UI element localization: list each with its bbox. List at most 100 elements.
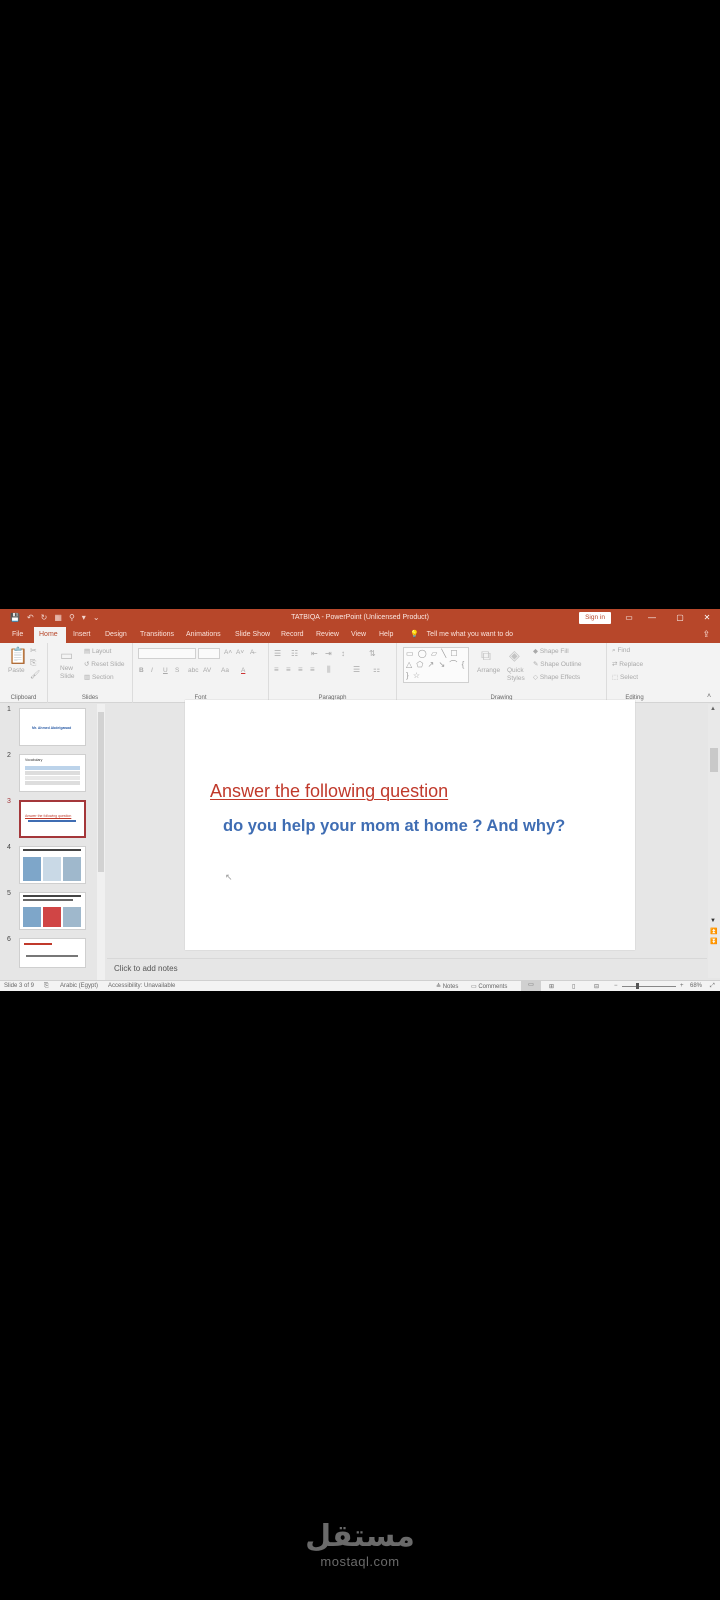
scroll-down-icon[interactable]: ▼ xyxy=(710,918,716,924)
change-case-button[interactable]: Aa xyxy=(221,667,229,674)
thumbnails-scrollbar[interactable] xyxy=(97,704,105,980)
notes-button[interactable]: ≜ Notes xyxy=(436,983,458,990)
tab-insert[interactable]: Insert xyxy=(68,627,96,643)
scroll-up-icon[interactable]: ▲ xyxy=(710,706,716,712)
numbering-icon[interactable]: ☷ xyxy=(291,649,298,658)
share-icon[interactable]: ⇪ xyxy=(702,629,710,640)
bullets-icon[interactable]: ☰ xyxy=(274,649,281,658)
line-spacing-icon[interactable]: ↕ xyxy=(341,649,345,658)
next-slide-icon[interactable]: ⏬ xyxy=(710,938,717,945)
thumbnails-scroll-thumb[interactable] xyxy=(98,712,104,872)
align-center-icon[interactable]: ≡ xyxy=(286,665,291,674)
find-button[interactable]: ⌕ Find xyxy=(612,647,630,655)
reset-slide-button[interactable]: ↺ Reset Slide xyxy=(84,660,125,668)
italic-button[interactable]: I xyxy=(151,667,153,674)
spellcheck-icon[interactable]: ⎘ xyxy=(44,983,49,990)
tab-animations[interactable]: Animations xyxy=(181,627,226,643)
previous-slide-icon[interactable]: ⏫ xyxy=(710,928,717,935)
increase-indent-icon[interactable]: ⇥ xyxy=(325,649,332,658)
format-painter-icon[interactable]: 🖌 xyxy=(30,670,40,679)
align-right-icon[interactable]: ≡ xyxy=(298,665,303,674)
tab-review[interactable]: Review xyxy=(311,627,344,643)
tell-me-search[interactable]: 💡 Tell me what you want to do xyxy=(410,627,513,643)
close-button[interactable]: ✕ xyxy=(700,612,714,624)
layout-button[interactable]: ▤ Layout xyxy=(84,647,111,655)
slide-thumbnail-1[interactable]: Mr. Ahmed Abdelgawad xyxy=(19,708,86,746)
shape-fill-button[interactable]: ◆ Shape Fill xyxy=(533,647,569,655)
font-size-dropdown[interactable] xyxy=(198,648,220,659)
shape-outline-button[interactable]: ✎ Shape Outline xyxy=(533,660,581,668)
accessibility-status[interactable]: Accessibility: Unavailable xyxy=(108,983,175,989)
justify-icon[interactable]: ≡ xyxy=(310,665,315,674)
underline-button[interactable]: U xyxy=(163,667,168,674)
slide-thumbnail-4[interactable] xyxy=(19,846,86,884)
quick-styles-button[interactable]: Quick Styles xyxy=(507,667,525,683)
align-left-icon[interactable]: ≡ xyxy=(274,665,279,674)
arrange-button[interactable]: Arrange xyxy=(477,667,500,674)
fit-to-window-icon[interactable]: ⤢ xyxy=(710,983,715,990)
quick-styles-icon[interactable]: ◈ xyxy=(509,647,520,664)
notes-pane[interactable]: Click to add notes xyxy=(107,958,707,978)
zoom-in-icon[interactable]: + xyxy=(680,983,684,989)
arrange-icon[interactable]: ⧉ xyxy=(481,647,491,664)
slide-canvas[interactable]: Answer the following question do you hel… xyxy=(185,700,635,950)
new-slide-button[interactable]: New Slide xyxy=(60,665,80,681)
tab-slide-show[interactable]: Slide Show xyxy=(230,627,275,643)
copy-icon[interactable]: ⎘ xyxy=(30,658,36,668)
ribbon-display-options-icon[interactable]: ▭ xyxy=(622,612,636,624)
slide-scrollbar[interactable]: ▲ ▼ ⏫ ⏬ xyxy=(708,704,720,978)
smartart-icon[interactable]: ⚏ xyxy=(373,665,380,674)
slide-heading[interactable]: Answer the following question xyxy=(210,781,448,802)
comments-button[interactable]: ▭ Comments xyxy=(471,983,507,990)
paste-icon[interactable]: 📋 xyxy=(8,646,28,666)
align-text-icon[interactable]: ☰ xyxy=(353,665,360,674)
tab-home[interactable]: Home xyxy=(34,627,66,643)
slide-question[interactable]: do you help your mom at home ? And why? xyxy=(223,817,565,836)
clear-formatting-button[interactable]: A̶ xyxy=(250,649,254,656)
paste-button[interactable]: Paste xyxy=(8,667,25,674)
new-slide-icon[interactable]: ▭ xyxy=(60,647,73,664)
shrink-font-button[interactable]: A˅ xyxy=(236,649,244,656)
slide-thumbnail-6[interactable] xyxy=(19,938,86,968)
select-button[interactable]: ⬚ Select xyxy=(612,673,638,681)
grow-font-button[interactable]: A˄ xyxy=(224,649,232,656)
tab-design[interactable]: Design xyxy=(100,627,132,643)
shapes-gallery[interactable]: ▭ ◯ ▱ ╲ ☐ △ ⬠ ↗ ↘ ⌒ { } ☆ xyxy=(403,647,469,683)
tab-transitions[interactable]: Transitions xyxy=(135,627,179,643)
language-status[interactable]: Arabic (Egypt) xyxy=(60,983,98,989)
slide-sorter-icon[interactable]: ⊞ xyxy=(549,983,554,990)
normal-view-icon[interactable]: ▭ xyxy=(521,981,541,991)
zoom-out-icon[interactable]: − xyxy=(614,983,618,989)
tab-view[interactable]: View xyxy=(346,627,371,643)
slideshow-icon[interactable]: ⊟ xyxy=(594,983,599,990)
shadow-button[interactable]: S xyxy=(175,667,179,674)
strikethrough-icon[interactable]: abc xyxy=(188,667,198,674)
notes-placeholder[interactable]: Click to add notes xyxy=(114,964,178,973)
font-name-dropdown[interactable] xyxy=(138,648,196,659)
zoom-slider-thumb[interactable] xyxy=(636,983,639,989)
replace-button[interactable]: ⇄ Replace xyxy=(612,660,643,668)
tab-file[interactable]: File xyxy=(7,627,28,643)
cut-icon[interactable]: ✂ xyxy=(30,646,37,655)
shape-effects-button[interactable]: ◇ Shape Effects xyxy=(533,673,580,681)
tab-help[interactable]: Help xyxy=(374,627,398,643)
sign-in-button[interactable]: Sign in xyxy=(579,612,611,624)
reading-view-icon[interactable]: ▯ xyxy=(572,983,575,990)
tab-record[interactable]: Record xyxy=(276,627,309,643)
slide-thumbnail-2[interactable]: Vocabulary xyxy=(19,754,86,792)
columns-icon[interactable]: ⫼ xyxy=(327,665,331,675)
section-button[interactable]: ▥ Section xyxy=(84,673,114,681)
slide-scroll-thumb[interactable] xyxy=(710,748,718,772)
decrease-indent-icon[interactable]: ⇤ xyxy=(311,649,318,658)
zoom-level[interactable]: 68% xyxy=(690,983,702,989)
text-direction-icon[interactable]: ⇅ xyxy=(369,649,376,658)
maximize-button[interactable]: ▢ xyxy=(673,612,687,624)
character-spacing-button[interactable]: AV xyxy=(203,667,211,674)
minimize-button[interactable]: — xyxy=(645,612,659,624)
collapse-ribbon-icon[interactable]: ˄ xyxy=(707,693,711,700)
bold-button[interactable]: B xyxy=(139,667,144,674)
slide-thumbnail-3[interactable]: Answer the following question xyxy=(19,800,86,838)
slide-thumbnail-5[interactable] xyxy=(19,892,86,930)
font-color-button[interactable]: A xyxy=(241,667,245,674)
zoom-slider[interactable] xyxy=(622,986,676,987)
